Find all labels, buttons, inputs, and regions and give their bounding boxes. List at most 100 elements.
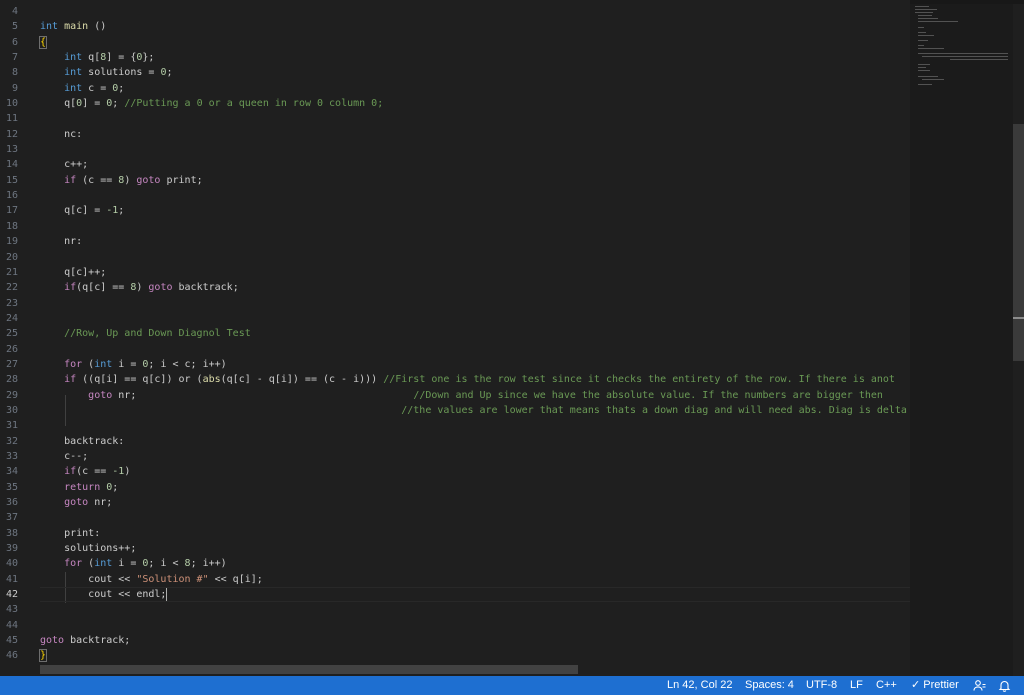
code-line-27: for (int i = 0; i < c; i++): [40, 357, 910, 372]
line-number: 27: [5, 358, 18, 370]
keyword: int: [64, 52, 83, 64]
keyword: int: [40, 21, 59, 33]
file-encoding[interactable]: UTF-8: [806, 676, 837, 695]
code-text: ;: [118, 205, 125, 217]
code-text: i =: [112, 358, 143, 370]
label-nr: nr:: [64, 236, 83, 248]
label-backtrack: backtrack:: [64, 435, 125, 447]
code-text: c--;: [64, 450, 89, 462]
line-number: 16: [5, 190, 18, 202]
line-number: 43: [5, 604, 18, 616]
line-number: 4: [11, 6, 18, 17]
line-number: 42: [5, 589, 18, 601]
comment: //the values are lower that means thats …: [401, 404, 910, 416]
code-text: (q[c] - q[i]) == (c - i))): [220, 374, 384, 386]
matched-brace: {: [38, 35, 48, 49]
notifications-bell-icon[interactable]: [998, 679, 1011, 695]
code-text: nr;: [112, 389, 137, 401]
cursor-position[interactable]: Ln 42, Col 22: [667, 676, 732, 695]
code-text: cout <<: [88, 573, 137, 585]
code-line-9: int c = 0;: [40, 81, 910, 96]
code-text: ;: [112, 481, 119, 493]
code-line-46: }: [38, 648, 910, 663]
check-icon: ✓: [911, 679, 921, 691]
code-text: ;: [166, 67, 173, 79]
keyword: int: [64, 82, 83, 94]
code-text: ; i < c; i++): [148, 358, 227, 370]
line-number: 15: [5, 174, 18, 186]
code-line-28: if ((q[i] == q[c]) or (abs(q[c] - q[i]) …: [40, 372, 910, 387]
line-number: 28: [5, 374, 18, 386]
code-text: print;: [160, 174, 203, 186]
code-line-30: //the values are lower that means thats …: [40, 403, 910, 418]
prettier-status[interactable]: ✓ Prettier: [911, 676, 959, 695]
horizontal-scrollbar[interactable]: [40, 665, 578, 674]
code-text: << q[i];: [208, 573, 263, 585]
function-name: main: [64, 21, 89, 33]
string: "Solution #": [136, 573, 209, 585]
code-text: ] = {: [106, 52, 137, 64]
language-mode[interactable]: C++: [876, 676, 897, 695]
accounts-icon[interactable]: [973, 679, 986, 695]
line-number: 33: [5, 450, 18, 462]
line-number: 6: [11, 36, 18, 48]
line-number: 36: [5, 497, 18, 508]
code-editor[interactable]: 4 5 6 7 8 9 10 11 12 13 14 15 16 17 18 19 20 21 22 23 24 25 26…: [0, 0, 910, 676]
code-text: backtrack;: [172, 282, 239, 294]
code-text: nr;: [88, 497, 113, 508]
keyword: int: [94, 558, 113, 570]
code-line-22: if(q[c] == 8) goto backtrack;: [40, 280, 910, 295]
code-line-7: int q[8] = {0};: [40, 50, 910, 65]
vertical-scrollbar[interactable]: [1013, 4, 1024, 676]
code-text: q[c] =: [64, 205, 107, 217]
line-number: 17: [5, 205, 18, 217]
keyword: goto: [40, 635, 65, 647]
code-text: solutions++;: [64, 543, 137, 555]
code-line-35: return 0;: [40, 480, 910, 495]
minimap[interactable]: [910, 4, 1013, 676]
code-line-15: if (c == 8) goto print;: [40, 173, 910, 188]
code-text: ): [136, 282, 149, 294]
line-number: 31: [5, 420, 18, 432]
code-text: solutions =: [82, 67, 161, 79]
matched-brace: }: [38, 649, 48, 663]
line-number: 13: [5, 144, 18, 156]
line-number: 7: [11, 52, 18, 64]
keyword: goto: [136, 174, 161, 186]
indentation-setting[interactable]: Spaces: 4: [745, 676, 794, 695]
comment: //Down and Up since we have the absolute…: [413, 389, 883, 401]
code-text: ): [124, 466, 131, 478]
line-number: 21: [5, 266, 18, 278]
keyword: if: [64, 174, 77, 186]
code-line-5: int main (): [40, 19, 910, 34]
code-text: ): [124, 174, 137, 186]
code-text: cout << endl;: [88, 589, 167, 601]
line-number: 35: [5, 481, 18, 493]
scrollbar-thumb[interactable]: [1013, 124, 1024, 361]
code-line-21: q[c]++;: [40, 265, 910, 280]
code-area[interactable]: int main () { int q[8] = {0}; int soluti…: [38, 4, 910, 664]
code-text: c =: [82, 82, 113, 94]
line-number: 38: [5, 527, 18, 539]
code-line-12: nc:: [40, 127, 910, 142]
line-number: 39: [5, 543, 18, 555]
line-number: 10: [5, 98, 18, 110]
line-number: 34: [5, 466, 18, 478]
line-ending[interactable]: LF: [850, 676, 863, 695]
keyword: for: [64, 358, 83, 370]
keyword: int: [94, 358, 113, 370]
code-text: (c ==: [76, 466, 113, 478]
keyword: for: [64, 558, 83, 570]
code-text: q[: [82, 52, 101, 64]
line-number-gutter: 4 5 6 7 8 9 10 11 12 13 14 15 16 17 18 19 20 21 22 23 24 25 26…: [0, 4, 30, 664]
line-number: 29: [5, 389, 18, 401]
code-line-42: cout << endl;: [40, 587, 910, 603]
